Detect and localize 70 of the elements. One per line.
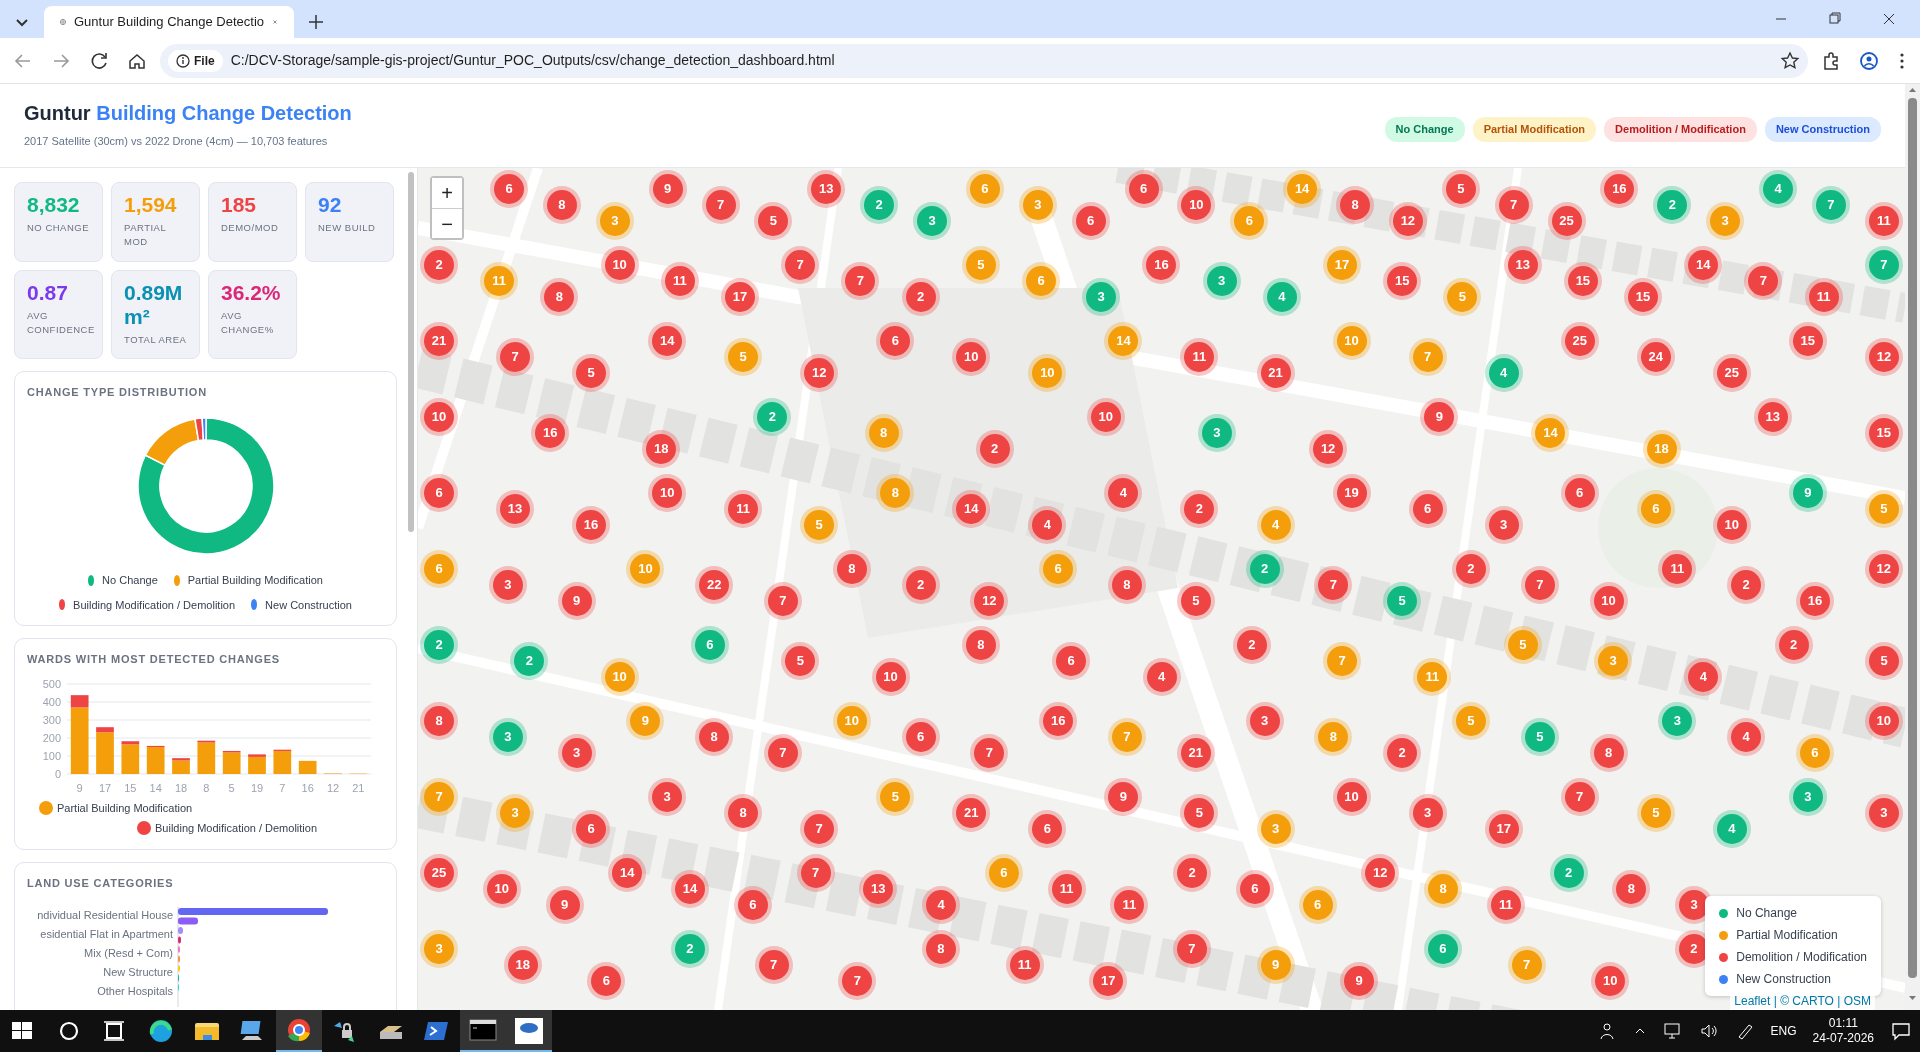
card-title: LAND USE CATEGORIES [27, 875, 175, 891]
legend-label: No Change [1736, 905, 1797, 922]
legend-label: Partial Modification [1736, 927, 1838, 944]
axis-tick-label: 200 [42, 731, 61, 744]
stat-label: DEMO/MOD [221, 221, 280, 236]
stat-label: NO CHANGE [27, 221, 90, 236]
axis-label: esidential Flat in Apartment [40, 927, 173, 943]
stat-label: PARTIAL MOD [124, 221, 167, 250]
axis-tick-label: 400 [42, 695, 61, 708]
stat-value: 8,832 [27, 193, 81, 218]
url-text: C:/DCV-Storage/sample-gis-project/Guntur_POC_Outputs/csv/change_detection_dashboard.html [230, 51, 836, 70]
axis-tick-label: 500 [42, 677, 61, 690]
card-title: CHANGE TYPE DISTRIBUTION [27, 384, 208, 400]
legend-badge: New Construction [1764, 117, 1881, 142]
legend-label: No Change [102, 573, 158, 589]
axis-tick-label: 16 [301, 781, 314, 794]
legend-label: Partial Building Modification [57, 800, 193, 816]
stat-value: 92 [318, 193, 343, 218]
attribution-text: Leaflet | © CARTO | OSM [1730, 992, 1875, 1010]
network-icon[interactable] [1662, 1021, 1683, 1041]
axis-tick-label: 8 [203, 781, 210, 794]
axis-label: ndividual Residential House [37, 908, 173, 924]
stat-label: TOTAL AREA [124, 333, 187, 348]
page-title: Guntur Building Change Detection [24, 101, 352, 126]
axis-label: Mix (Resd + Com) [84, 946, 173, 962]
stat-value: 185 [221, 193, 258, 218]
stat-label: NEW BUILD [318, 221, 377, 236]
info-icon [176, 53, 190, 68]
axis-tick-label: 12 [326, 781, 340, 794]
zoom-out-button[interactable]: − [432, 208, 462, 238]
axis-tick-label: 5 [228, 781, 235, 794]
legend-badge: Demolition / Modification [1604, 117, 1757, 142]
language-indicator[interactable]: ENG [1770, 1022, 1797, 1040]
axis-label: New Structure [103, 965, 173, 981]
site-info-chip[interactable]: File [168, 49, 223, 72]
clock-time[interactable]: 01:11 [1828, 1016, 1858, 1031]
legend-label: Building Modification / Demolition [73, 597, 236, 613]
clock-date[interactable]: 24-07-2026 [1812, 1031, 1874, 1046]
stat-value: 0.89M m² [124, 281, 184, 330]
legend-label: Partial Building Modification [187, 573, 323, 589]
stat-value: 36.2% [221, 281, 282, 306]
axis-tick-label: 14 [149, 781, 162, 794]
card-title: WARDS WITH MOST DETECTED CHANGES [27, 652, 281, 668]
browser-tab[interactable]: Guntur Building Change Detectio [44, 6, 294, 38]
axis-tick-label: 7 [279, 781, 286, 794]
axis-tick-label: 9 [76, 781, 83, 794]
address-bar[interactable]: File C:/DCV-Storage/sample-gis-project/Guntur_POC_Outputs/csv/change_detection_dashboard.html [160, 43, 1808, 78]
axis-tick-label: 100 [42, 749, 61, 762]
axis-tick-label: 0 [54, 767, 61, 780]
axis-tick-label: 19 [250, 781, 264, 794]
legend-label: New Construction [265, 597, 352, 613]
notification-icon[interactable] [1890, 1020, 1912, 1042]
star-icon[interactable] [1780, 50, 1800, 71]
legend-label: New Construction [1736, 971, 1831, 988]
axis-tick-label: 18 [174, 781, 188, 794]
axis-label: Other Hospitals [97, 984, 173, 1000]
legend-label: Building Modification / Demolition [155, 821, 318, 837]
legend-badge: No Change [1384, 117, 1465, 142]
axis-tick-label: 15 [124, 781, 137, 794]
legend-badge: Partial Modification [1472, 117, 1597, 142]
stat-value: 1,594 [124, 193, 178, 218]
stat-label: AVG CHANGE% [221, 309, 275, 338]
axis-tick-label: 17 [98, 781, 112, 794]
page-subtitle: 2017 Satellite (30cm) vs 2022 Drone (4cm) — 10,703 features [24, 134, 329, 150]
legend-label: Demolition / Modification [1736, 949, 1867, 966]
axis-tick-label: 21 [352, 781, 365, 794]
tab-title: Guntur Building Change Detectio [73, 13, 265, 32]
stat-value: 0.87 [27, 281, 69, 306]
bar [298, 760, 317, 774]
axis-tick-label: 300 [42, 713, 61, 726]
